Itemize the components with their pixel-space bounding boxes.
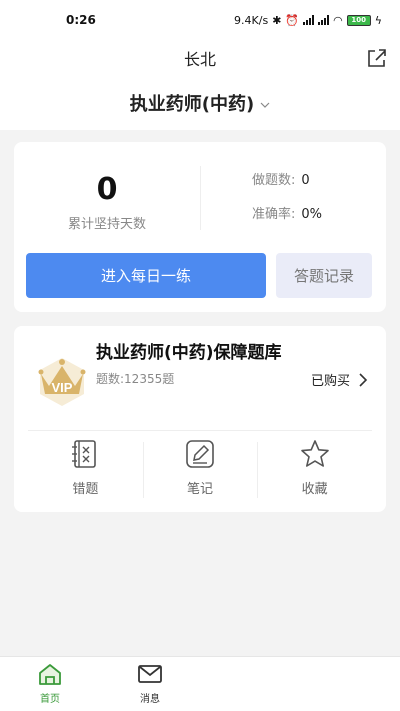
nav-title: 长北 [183,50,216,69]
bank-purchase-status[interactable]: 已购买 [311,370,368,389]
vip-crown-icon: VIP [38,358,86,406]
question-count-label: 做题数: [252,173,296,188]
bottom-tab-bar: 首页 消息 [0,656,400,711]
battery-icon: 100 [346,14,371,26]
bluetooth-icon: ✱ [272,13,282,27]
tool-favorites[interactable]: 收藏 [257,438,372,504]
wifi-icon: ◠ [333,13,343,27]
alarm-icon: ⏰ [285,13,300,27]
stats-detail: 做题数: 0 准确率: 0% [252,172,322,240]
nav-bar: 长北 [0,40,400,76]
notes-icon [186,440,214,468]
bank-tools: 错题 笔记 收藏 [28,438,372,504]
question-count-value: 0 [301,173,310,188]
vip-badge-text: VIP [52,380,73,395]
mail-icon [138,665,162,683]
accuracy-value: 0% [301,207,323,222]
tab-home[interactable]: 首页 [0,657,100,711]
streak-days-label: 累计坚持天数 [67,217,146,232]
status-icons: 9.4K/s ✱ ⏰ ◠ 100 ϟ [234,14,382,27]
signal-hd-icon [318,15,330,25]
tab-messages[interactable]: 消息 [100,657,200,711]
accuracy-label: 准确率: [252,207,296,222]
question-bank-card: VIP 执业药师(中药)保障题库 题数:12355题 已购买 错题 笔记 收藏 [14,326,386,512]
tool-notes[interactable]: 笔记 [142,438,258,504]
bank-question-count: 题数:12355题 [96,372,175,386]
streak-days-value: 0 [96,172,118,207]
stats-card: 0 累计坚持天数 做题数: 0 准确率: 0% 进入每日一练 答题记录 [14,142,386,312]
tool-favorites-label: 收藏 [301,482,328,497]
stats-divider [200,166,201,230]
wrong-questions-icon [72,440,97,468]
subject-title: 执业药师(中药) [129,94,255,115]
share-button[interactable] [364,45,390,71]
tool-wrong-questions[interactable]: 错题 [28,438,143,504]
status-time: 0:26 [66,13,96,27]
tab-messages-label: 消息 [140,694,160,705]
chevron-down-icon [260,102,270,108]
network-speed: 9.4K/s [234,13,269,27]
signal-icon [303,15,315,25]
daily-practice-button[interactable]: 进入每日一练 [26,253,266,298]
status-bar: 0:26 9.4K/s ✱ ⏰ ◠ 100 ϟ [0,0,400,40]
tab-home-label: 首页 [40,694,60,705]
tool-notes-label: 笔记 [187,482,214,497]
star-icon [300,440,329,467]
bank-divider [28,430,372,431]
question-count-row: 做题数: 0 [252,172,322,206]
home-icon [39,664,61,685]
chevron-right-icon [359,372,368,387]
accuracy-row: 准确率: 0% [252,206,322,240]
bank-title: 执业药师(中药)保障题库 [96,343,282,363]
answer-record-button[interactable]: 答题记录 [276,253,372,298]
purchase-status-label: 已购买 [310,374,350,389]
subject-selector[interactable]: 执业药师(中药) [0,76,400,130]
charging-icon: ϟ [374,13,382,27]
tool-wrong-questions-label: 错题 [72,482,99,497]
streak-stat: 0 累计坚持天数 [14,142,200,242]
share-icon [368,49,386,67]
